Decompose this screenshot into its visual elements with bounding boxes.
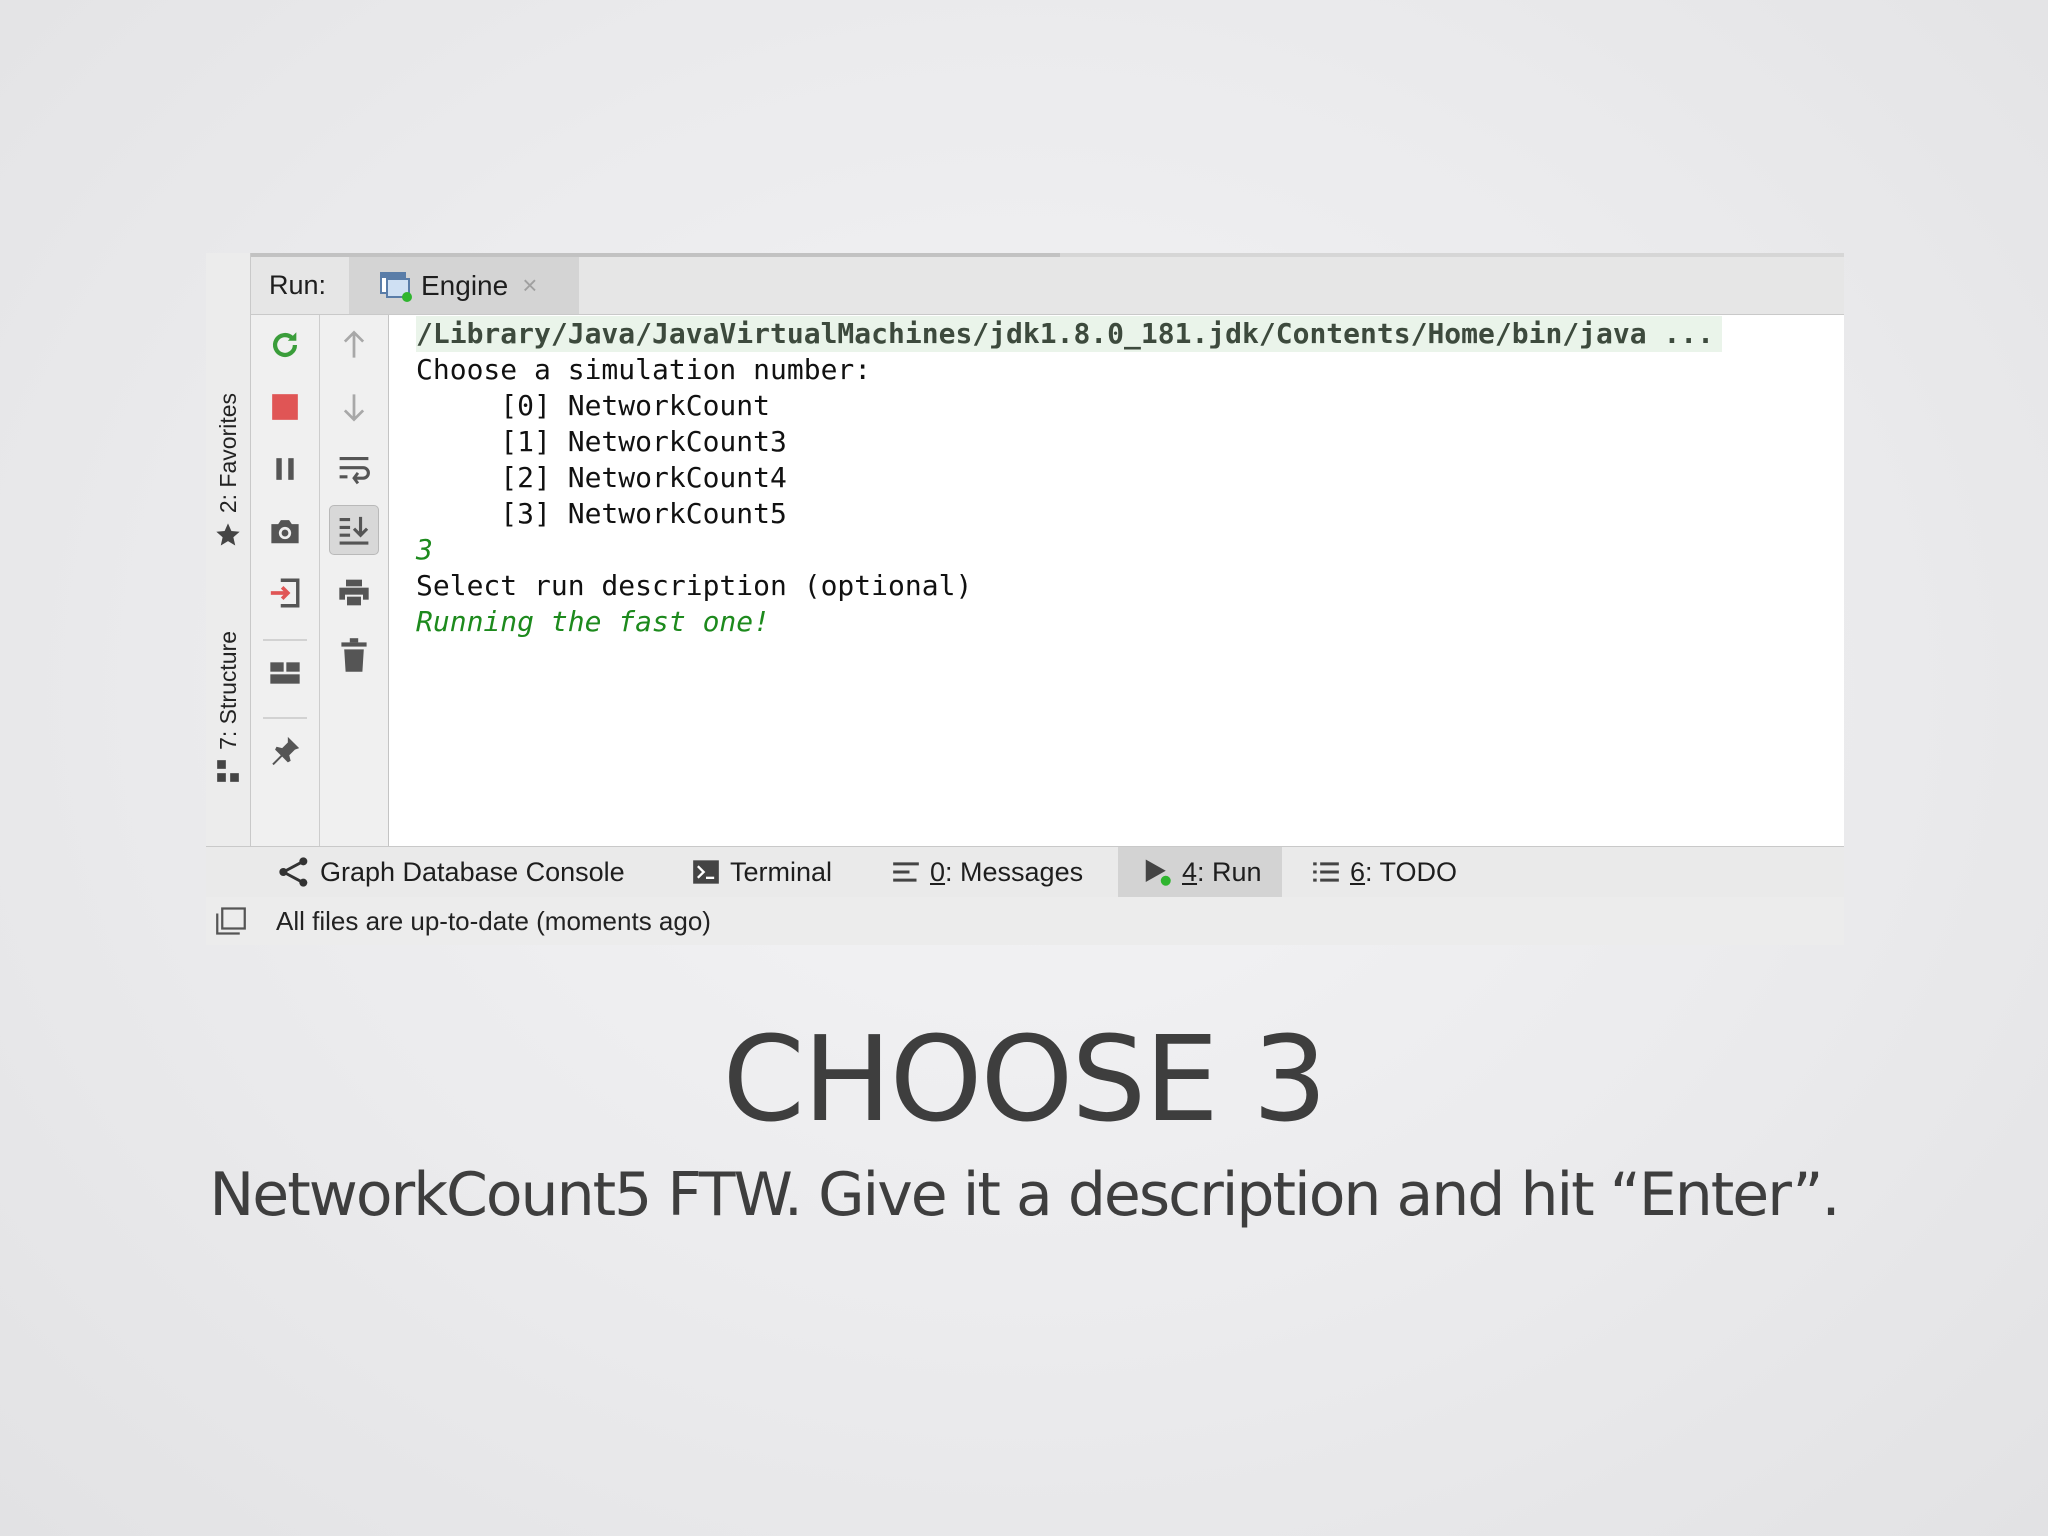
- side-tab-structure[interactable]: 7: Structure: [206, 631, 250, 784]
- rerun-icon: [272, 332, 298, 358]
- console-option: [1] NetworkCount3: [416, 425, 787, 458]
- console-user-description: Running the fast one!: [416, 605, 771, 638]
- scroll-to-end-button[interactable]: [329, 505, 379, 555]
- run-toolbar-primary: [251, 315, 320, 846]
- status-message: All files are up-to-date (moments ago): [276, 906, 711, 936]
- side-tab-structure-label: 7: Structure: [214, 631, 241, 750]
- console-option: [3] NetworkCount5: [416, 497, 787, 530]
- tab-run[interactable]: 4: Run: [1118, 847, 1282, 897]
- next-occurrence-button[interactable]: [334, 387, 374, 427]
- tab-messages-label: : Messages: [945, 856, 1084, 887]
- tab-graph-database-console-label: Graph Database Console: [320, 856, 625, 887]
- console-prompt: Choose a simulation number:: [416, 353, 872, 386]
- stop-icon: [272, 394, 298, 420]
- soft-wrap-button[interactable]: [334, 449, 374, 489]
- console-option: [2] NetworkCount4: [416, 461, 787, 494]
- console-output[interactable]: /Library/Java/JavaVirtualMachines/jdk1.8…: [389, 315, 1844, 846]
- tab-close-icon[interactable]: ×: [522, 270, 537, 301]
- tab-terminal-label: Terminal: [730, 856, 833, 887]
- pause-button[interactable]: [265, 449, 305, 489]
- run-label: Run:: [269, 270, 327, 300]
- soft-wrap-icon: [339, 456, 370, 485]
- toolbar-separator: [263, 717, 307, 719]
- layout-icon: [270, 662, 300, 684]
- list-icon: [1313, 862, 1339, 882]
- tab-run-number: 4: [1182, 856, 1198, 887]
- arrow-up-icon: [343, 330, 365, 358]
- share-icon: [279, 857, 308, 887]
- previous-occurrence-button[interactable]: [334, 325, 374, 365]
- console-option: [0] NetworkCount: [416, 389, 771, 422]
- slide-subtitle: NetworkCount5 FTW. Give it a description…: [209, 1160, 1840, 1230]
- tab-todo-number: 6: [1350, 856, 1366, 887]
- tab-todo[interactable]: 6: TODO: [1312, 847, 1457, 897]
- tab-run-label: : Run: [1197, 856, 1262, 887]
- layout-button[interactable]: [265, 653, 305, 693]
- tab-terminal[interactable]: Terminal: [692, 847, 832, 897]
- tab-messages[interactable]: 0: Messages: [892, 847, 1083, 897]
- exit-button[interactable]: [265, 573, 305, 613]
- slide-title: CHOOSE 3: [722, 1010, 1328, 1148]
- tab-graph-database-console[interactable]: Graph Database Console: [278, 847, 625, 897]
- print-icon: [339, 579, 369, 608]
- tab-engine-label: Engine: [421, 269, 509, 301]
- tab-engine[interactable]: Engine ×: [349, 257, 579, 314]
- console-command-line: /Library/Java/JavaVirtualMachines/jdk1.8…: [416, 316, 1723, 352]
- pin-button[interactable]: [265, 731, 305, 771]
- dump-threads-button[interactable]: [265, 511, 305, 551]
- console-description-prompt: Select run description (optional): [416, 569, 973, 602]
- print-button[interactable]: [334, 573, 374, 613]
- bottom-tool-tabs: Graph Database Console Terminal 0: Messa…: [206, 846, 1844, 898]
- arrow-down-icon: [343, 394, 365, 422]
- structure-icon: [217, 760, 239, 782]
- terminal-icon: [693, 860, 719, 884]
- tab-todo-label: : TODO: [1365, 856, 1458, 887]
- side-tab-favorites-label: 2: Favorites: [214, 393, 241, 514]
- camera-icon: [271, 520, 299, 544]
- toolbar-separator: [263, 639, 307, 641]
- run-toolbar-secondary: [320, 315, 389, 846]
- side-tab-favorites[interactable]: 2: Favorites: [206, 393, 250, 549]
- console-user-input: 3: [416, 533, 433, 566]
- clear-all-button[interactable]: [334, 635, 374, 675]
- trash-icon: [341, 638, 367, 672]
- rerun-button[interactable]: [265, 325, 305, 365]
- ide-run-window: 2: Favorites 7: Structure Run: Engine ×: [206, 253, 1844, 945]
- toggle-tool-windows-icon[interactable]: [216, 907, 246, 935]
- messages-icon: [893, 862, 919, 882]
- pause-icon: [276, 458, 294, 480]
- run-header: Run: Engine ×: [251, 257, 1844, 315]
- status-bar: All files are up-to-date (moments ago): [206, 897, 1844, 945]
- application-icon: [380, 271, 412, 302]
- scroll-to-end-icon: [339, 516, 369, 545]
- exit-icon: [270, 578, 300, 608]
- run-icon: [1145, 859, 1171, 886]
- pin-icon: [272, 736, 300, 766]
- stop-button[interactable]: [265, 387, 305, 427]
- tab-messages-number: 0: [930, 856, 946, 887]
- left-tool-strip: 2: Favorites 7: Structure: [206, 253, 251, 846]
- star-icon: [216, 523, 240, 546]
